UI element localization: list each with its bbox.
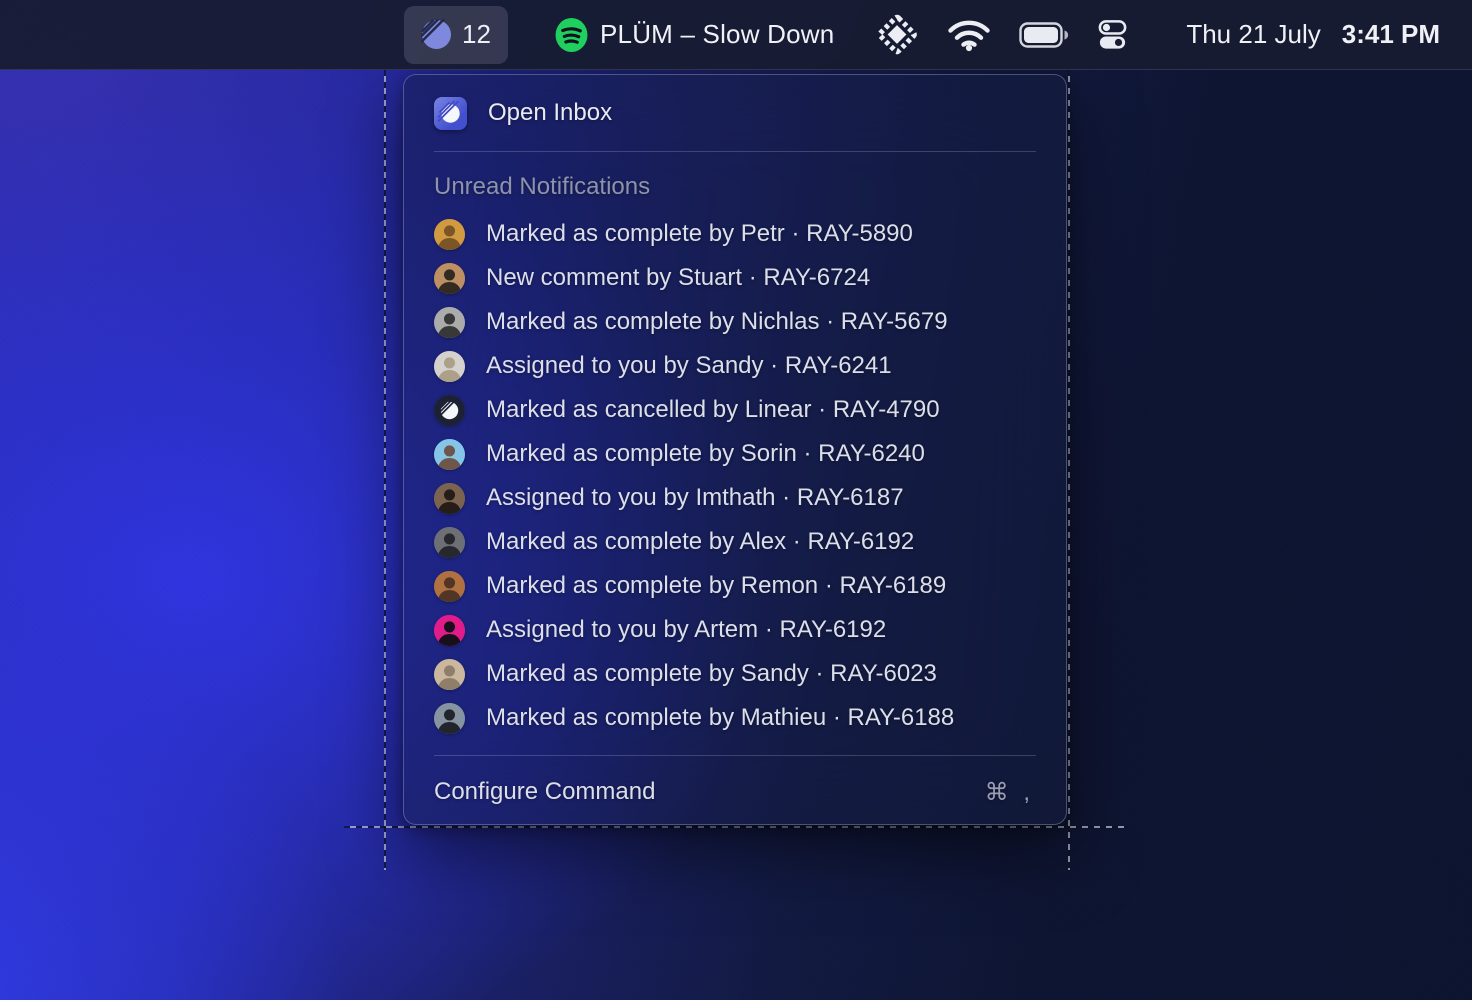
notification-text: Assigned to you by Imthath · RAY-6187 <box>486 484 904 512</box>
avatar <box>434 219 465 250</box>
notification-text: Marked as complete by Mathieu · RAY-6188 <box>486 704 954 732</box>
linear-icon <box>421 19 452 50</box>
avatar <box>434 307 465 338</box>
selection-marquee-right <box>1068 70 1070 870</box>
notification-item[interactable]: Assigned to you by Imthath · RAY-6187 <box>434 476 1036 520</box>
avatar <box>434 527 465 558</box>
selection-marquee-left <box>384 70 386 870</box>
keyboard-shortcut: ⌘ , <box>985 778 1034 807</box>
avatar-person <box>434 527 465 558</box>
avatar-person <box>434 483 465 514</box>
menubar-item-spotify[interactable]: PLÜM – Slow Down <box>554 16 834 54</box>
notification-text: Marked as complete by Alex · RAY-6192 <box>486 528 914 556</box>
menubar-time: 3:41 PM <box>1342 19 1440 50</box>
notification-text: Assigned to you by Sandy · RAY-6241 <box>486 352 892 380</box>
notification-text: New comment by Stuart · RAY-6724 <box>486 264 870 292</box>
notification-item[interactable]: Assigned to you by Artem · RAY-6192 <box>434 608 1036 652</box>
notification-text: Marked as complete by Petr · RAY-5890 <box>486 220 913 248</box>
avatar <box>434 615 465 646</box>
notification-item[interactable]: Marked as complete by Alex · RAY-6192 <box>434 520 1036 564</box>
avatar <box>434 439 465 470</box>
notification-item[interactable]: Marked as cancelled by Linear · RAY-4790 <box>434 388 1036 432</box>
menubar-clock[interactable]: Thu 21 July 3:41 PM <box>1186 19 1440 50</box>
linear-app-icon <box>434 97 467 130</box>
notification-list: Marked as complete by Petr · RAY-5890 Ne… <box>434 212 1036 740</box>
avatar <box>434 703 465 734</box>
open-inbox-item[interactable]: Open Inbox <box>434 75 1036 151</box>
divider-top <box>434 151 1036 152</box>
section-title: Unread Notifications <box>434 173 1036 201</box>
linear-menubar-panel: Open Inbox Unread Notifications Marked a… <box>403 74 1067 825</box>
menubar-item-linear[interactable]: 12 <box>404 6 508 64</box>
menu-bar: 12 PLÜM – Slow Down <box>0 0 1472 70</box>
avatar <box>434 351 465 382</box>
avatar <box>434 263 465 294</box>
notification-text: Marked as complete by Sandy · RAY-6023 <box>486 660 937 688</box>
avatar-person <box>434 571 465 602</box>
battery-icon[interactable] <box>1019 21 1069 49</box>
menubar-date: Thu 21 July <box>1186 19 1320 50</box>
notification-item[interactable]: Marked as complete by Nichlas · RAY-5679 <box>434 300 1036 344</box>
avatar <box>434 395 465 426</box>
avatar-person <box>434 351 465 382</box>
notification-text: Marked as complete by Nichlas · RAY-5679 <box>486 308 948 336</box>
notification-item[interactable]: New comment by Stuart · RAY-6724 <box>434 256 1036 300</box>
notification-item[interactable]: Marked as complete by Remon · RAY-6189 <box>434 564 1036 608</box>
avatar-person <box>434 615 465 646</box>
notification-item[interactable]: Marked as complete by Petr · RAY-5890 <box>434 212 1036 256</box>
avatar-person <box>434 263 465 294</box>
control-center-icon[interactable] <box>1096 17 1129 52</box>
linear-unread-count: 12 <box>462 19 491 50</box>
avatar <box>434 571 465 602</box>
spotify-icon <box>554 16 589 54</box>
notification-text: Marked as complete by Remon · RAY-6189 <box>486 572 946 600</box>
now-playing-label: PLÜM – Slow Down <box>600 19 834 50</box>
wifi-icon[interactable] <box>946 17 992 53</box>
configure-command-label: Configure Command <box>434 778 655 806</box>
avatar <box>434 659 465 690</box>
menubar-status-icons <box>874 14 1129 56</box>
avatar-person <box>434 703 465 734</box>
notification-item[interactable]: Marked as complete by Sandy · RAY-6023 <box>434 652 1036 696</box>
notification-text: Assigned to you by Artem · RAY-6192 <box>486 616 886 644</box>
avatar-person <box>434 439 465 470</box>
input-source-icon[interactable] <box>874 14 919 56</box>
avatar-person <box>434 307 465 338</box>
avatar-person <box>434 659 465 690</box>
avatar <box>434 483 465 514</box>
notification-item[interactable]: Assigned to you by Sandy · RAY-6241 <box>434 344 1036 388</box>
notification-text: Marked as complete by Sorin · RAY-6240 <box>486 440 925 468</box>
notification-item[interactable]: Marked as complete by Mathieu · RAY-6188 <box>434 696 1036 740</box>
notification-text: Marked as cancelled by Linear · RAY-4790 <box>486 396 940 424</box>
configure-command-item[interactable]: Configure Command ⌘ , <box>434 756 1036 828</box>
avatar-linear-logo <box>434 395 465 426</box>
avatar-person <box>434 219 465 250</box>
open-inbox-label: Open Inbox <box>488 99 612 127</box>
notification-item[interactable]: Marked as complete by Sorin · RAY-6240 <box>434 432 1036 476</box>
